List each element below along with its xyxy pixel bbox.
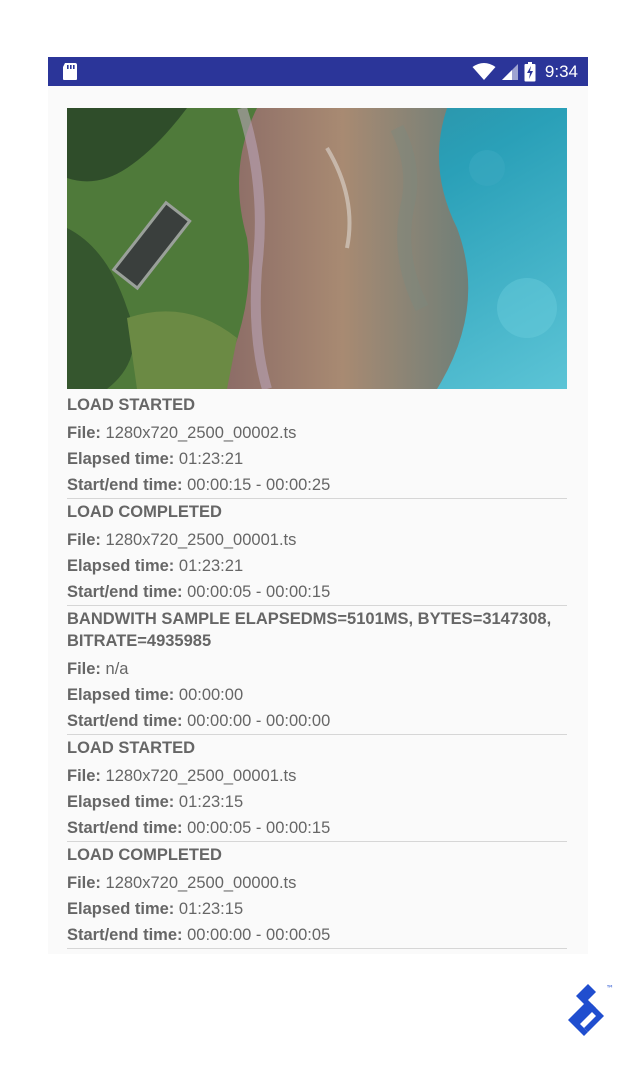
trademark-symbol: ™ [606, 984, 614, 993]
status-bar: 9:34 [48, 57, 588, 86]
file-row: File: 1280x720_2500_00000.ts [67, 870, 567, 896]
start-end-label: Start/end time: [67, 476, 183, 494]
cell-signal-icon [501, 63, 518, 80]
elapsed-row: Elapsed time: 01:23:15 [67, 789, 567, 815]
log-entry: BANDWITH SAMPLE ELAPSEDMS=5101MS, BYTES=… [67, 606, 567, 735]
phone-screen: 9:34 LOAD STARTED File: 1280x720_2500_00… [48, 57, 588, 954]
elapsed-row: Elapsed time: 01:23:21 [67, 553, 567, 579]
log-entry: LOAD COMPLETED File: 1280x720_2500_00001… [67, 499, 567, 606]
event-title: LOAD STARTED [67, 739, 196, 757]
start-end-value: 00:00:00 - 00:00:05 [187, 926, 331, 944]
file-row: File: 1280x720_2500_00001.ts [67, 763, 567, 789]
start-end-label: Start/end time: [67, 819, 183, 837]
log-entry: LOAD COMPLETED File: 1280x720_2500_00000… [67, 842, 567, 949]
file-value: 1280x720_2500_00000.ts [105, 874, 297, 892]
elapsed-row: Elapsed time: 01:23:21 [67, 446, 567, 472]
start-end-row: Start/end time: 00:00:00 - 00:00:00 [67, 708, 567, 734]
start-end-value: 00:00:15 - 00:00:25 [187, 476, 331, 494]
log-entry: LOAD STARTED File: 1280x720_2500_00001.t… [67, 735, 567, 842]
toptal-logo: ™ [568, 984, 614, 1036]
elapsed-value: 01:23:15 [178, 793, 244, 811]
video-frame-image [67, 108, 567, 389]
elapsed-value: 01:23:21 [178, 557, 244, 575]
log-entry: LOAD STARTED File: 1280x720_2500_00002.t… [67, 392, 567, 499]
event-title: LOAD COMPLETED [67, 846, 222, 864]
file-label: File: [67, 874, 101, 892]
event-title: BANDWITH SAMPLE ELAPSEDMS=5101MS, BYTES=… [67, 610, 552, 650]
elapsed-value: 00:00:00 [178, 686, 244, 704]
event-title: LOAD COMPLETED [67, 503, 222, 521]
file-value: 1280x720_2500_00001.ts [105, 767, 297, 785]
file-label: File: [67, 531, 101, 549]
start-end-label: Start/end time: [67, 712, 183, 730]
file-label: File: [67, 424, 101, 442]
start-end-value: 00:00:05 - 00:00:15 [187, 583, 331, 601]
elapsed-label: Elapsed time: [67, 557, 175, 575]
start-end-row: Start/end time: 00:00:15 - 00:00:25 [67, 472, 567, 498]
file-row: File: n/a [67, 656, 567, 682]
elapsed-label: Elapsed time: [67, 686, 175, 704]
start-end-value: 00:00:05 - 00:00:15 [187, 819, 331, 837]
elapsed-row: Elapsed time: 00:00:00 [67, 682, 567, 708]
start-end-row: Start/end time: 00:00:05 - 00:00:15 [67, 579, 567, 605]
elapsed-label: Elapsed time: [67, 900, 175, 918]
elapsed-row: Elapsed time: 01:23:15 [67, 896, 567, 922]
file-value: 1280x720_2500_00001.ts [105, 531, 297, 549]
wifi-icon [472, 62, 496, 80]
status-icons: 9:34 [472, 57, 578, 86]
elapsed-label: Elapsed time: [67, 450, 175, 468]
file-value: n/a [105, 660, 129, 678]
start-end-value: 00:00:00 - 00:00:00 [187, 712, 331, 730]
file-label: File: [67, 767, 101, 785]
event-log[interactable]: LOAD STARTED File: 1280x720_2500_00002.t… [67, 392, 567, 949]
battery-charging-icon [524, 61, 536, 81]
event-title: LOAD STARTED [67, 396, 196, 414]
sd-card-icon [63, 63, 77, 80]
file-row: File: 1280x720_2500_00001.ts [67, 527, 567, 553]
video-player[interactable] [67, 108, 567, 389]
start-end-label: Start/end time: [67, 583, 183, 601]
elapsed-value: 01:23:15 [178, 900, 244, 918]
start-end-row: Start/end time: 00:00:00 - 00:00:05 [67, 922, 567, 948]
start-end-row: Start/end time: 00:00:05 - 00:00:15 [67, 815, 567, 841]
elapsed-label: Elapsed time: [67, 793, 175, 811]
file-label: File: [67, 660, 101, 678]
file-row: File: 1280x720_2500_00002.ts [67, 420, 567, 446]
status-clock: 9:34 [544, 61, 578, 81]
elapsed-value: 01:23:21 [178, 450, 244, 468]
start-end-label: Start/end time: [67, 926, 183, 944]
file-value: 1280x720_2500_00002.ts [105, 424, 297, 442]
